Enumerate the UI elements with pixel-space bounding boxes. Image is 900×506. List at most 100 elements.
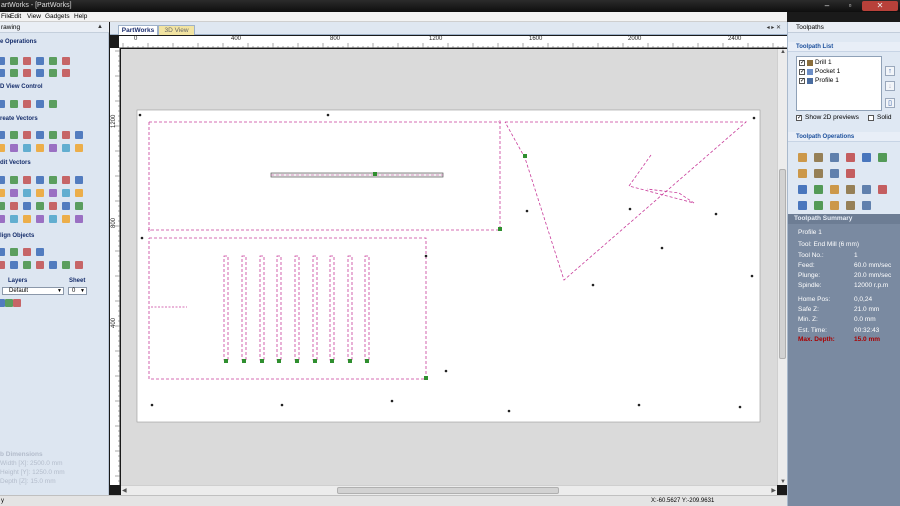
- simulate-icon[interactable]: [814, 201, 823, 210]
- weld-icon[interactable]: [49, 202, 57, 210]
- rectangle-icon[interactable]: [23, 144, 31, 152]
- toolpath-operations-header[interactable]: Toolpath Operations: [788, 132, 900, 142]
- align-right-icon[interactable]: [62, 261, 70, 269]
- circle-icon[interactable]: [0, 131, 5, 139]
- zoom-in-icon[interactable]: [10, 100, 18, 108]
- text-icon[interactable]: [75, 144, 83, 152]
- export-icon[interactable]: [862, 201, 871, 210]
- drawing-canvas[interactable]: [121, 49, 777, 485]
- inlay-toolpath-icon[interactable]: [814, 169, 823, 178]
- new-file-icon[interactable]: [0, 69, 5, 77]
- menu-edit[interactable]: Edit: [10, 12, 21, 22]
- fluting-toolpath-icon[interactable]: [878, 153, 887, 162]
- horizontal-scrollbar[interactable]: ◀ ▶: [121, 485, 777, 495]
- fillet-icon[interactable]: [23, 189, 31, 197]
- toolpath-list[interactable]: ✓ Drill 1 ✓ Pocket 1 ✓ Profile 1: [796, 56, 882, 111]
- scroll-right-icon[interactable]: ▶: [771, 487, 776, 494]
- open-file-icon[interactable]: [10, 57, 18, 65]
- open-file-icon[interactable]: [10, 69, 18, 77]
- polyline-icon[interactable]: [62, 131, 70, 139]
- toolpath-checkbox[interactable]: ✓: [799, 60, 805, 66]
- transform-icon[interactable]: [10, 176, 18, 184]
- template-icon[interactable]: [798, 185, 807, 194]
- scale-icon[interactable]: [36, 215, 44, 223]
- align-bottom-icon[interactable]: [10, 261, 18, 269]
- horizontal-scroll-thumb[interactable]: [337, 487, 559, 494]
- mirror-icon[interactable]: [10, 202, 18, 210]
- join-icon[interactable]: [10, 189, 18, 197]
- redo-icon[interactable]: [62, 57, 70, 65]
- transform-icon[interactable]: [62, 189, 70, 197]
- toolpath-item-profile-1[interactable]: ✓ Profile 1: [799, 77, 839, 85]
- layer-color-icon[interactable]: [13, 299, 21, 307]
- rotate-icon[interactable]: [0, 202, 5, 210]
- fillet-icon[interactable]: [75, 202, 83, 210]
- undo-icon[interactable]: [49, 69, 57, 77]
- rotate-icon[interactable]: [36, 176, 44, 184]
- polyline-icon[interactable]: [62, 144, 70, 152]
- moulding-toolpath-icon[interactable]: [846, 169, 855, 178]
- pocket-toolpath-icon[interactable]: [814, 153, 823, 162]
- rotate-icon[interactable]: [49, 215, 57, 223]
- tab-navigation[interactable]: ◂ ▸ ✕: [767, 24, 781, 31]
- move-up-button[interactable]: ↑: [885, 66, 895, 76]
- join-icon[interactable]: [62, 202, 70, 210]
- layer-dropdown[interactable]: Default ▼: [2, 287, 64, 295]
- trim-icon[interactable]: [75, 215, 83, 223]
- zoom-out-icon[interactable]: [23, 100, 31, 108]
- save-icon[interactable]: [23, 57, 31, 65]
- node-edit-icon[interactable]: [10, 215, 18, 223]
- tab-3d-view[interactable]: 3D View: [158, 25, 195, 35]
- star-icon[interactable]: [49, 144, 57, 152]
- quick-engrave-icon[interactable]: [798, 169, 807, 178]
- scroll-up-icon[interactable]: ▲: [780, 49, 786, 55]
- align-right-icon[interactable]: [23, 248, 31, 256]
- recalculate-icon[interactable]: [862, 185, 871, 194]
- circle-icon[interactable]: [0, 144, 5, 152]
- ellipse-icon[interactable]: [10, 144, 18, 152]
- align-center-icon[interactable]: [10, 248, 18, 256]
- toolpath-preview[interactable]: [121, 49, 777, 485]
- delete-toolpath-button[interactable]: ▯: [885, 98, 895, 108]
- profile-toolpath-icon[interactable]: [798, 153, 807, 162]
- sheet-dropdown[interactable]: 0 ▼: [68, 287, 87, 295]
- redo-icon[interactable]: [62, 69, 70, 77]
- v-carve-toolpath-icon[interactable]: [846, 153, 855, 162]
- scale-icon[interactable]: [75, 189, 83, 197]
- save-icon[interactable]: [23, 69, 31, 77]
- toolpath-checkbox[interactable]: ✓: [799, 78, 805, 84]
- drilling-toolpath-icon[interactable]: [830, 153, 839, 162]
- align-left-icon[interactable]: [0, 248, 5, 256]
- polygon-icon[interactable]: [36, 144, 44, 152]
- mirror-icon[interactable]: [62, 215, 70, 223]
- scale-icon[interactable]: [23, 176, 31, 184]
- import-icon[interactable]: [36, 69, 44, 77]
- import-icon[interactable]: [36, 57, 44, 65]
- menu-help[interactable]: Help: [74, 12, 87, 22]
- node-edit-icon[interactable]: [49, 189, 57, 197]
- solid-checkbox[interactable]: Solid: [868, 114, 891, 122]
- zoom-icon[interactable]: [0, 100, 5, 108]
- toolpath-item-pocket-1[interactable]: ✓ Pocket 1: [799, 68, 840, 76]
- maximize-icon[interactable]: ▫: [839, 1, 861, 11]
- move-down-button[interactable]: ↓: [885, 81, 895, 91]
- polygon-icon[interactable]: [36, 131, 44, 139]
- zoom-fit-icon[interactable]: [36, 100, 44, 108]
- transform-icon[interactable]: [23, 215, 31, 223]
- pin-icon[interactable]: ▲: [97, 22, 103, 33]
- vertical-scrollbar[interactable]: ▲ ▼: [777, 49, 787, 485]
- new-file-icon[interactable]: [0, 57, 5, 65]
- toolpath-list-header[interactable]: Toolpath List: [788, 42, 900, 52]
- mirror-icon[interactable]: [49, 176, 57, 184]
- align-center-icon[interactable]: [49, 261, 57, 269]
- texture-toolpath-icon[interactable]: [830, 169, 839, 178]
- weld-icon[interactable]: [0, 189, 5, 197]
- ellipse-icon[interactable]: [10, 131, 18, 139]
- align-middle-icon[interactable]: [0, 261, 5, 269]
- text-icon[interactable]: [75, 131, 83, 139]
- preview-icon[interactable]: [798, 201, 807, 210]
- save-toolpath-icon[interactable]: [878, 185, 887, 194]
- node-edit-icon[interactable]: [0, 176, 5, 184]
- trim-icon[interactable]: [23, 202, 31, 210]
- menu-view[interactable]: View: [27, 12, 41, 22]
